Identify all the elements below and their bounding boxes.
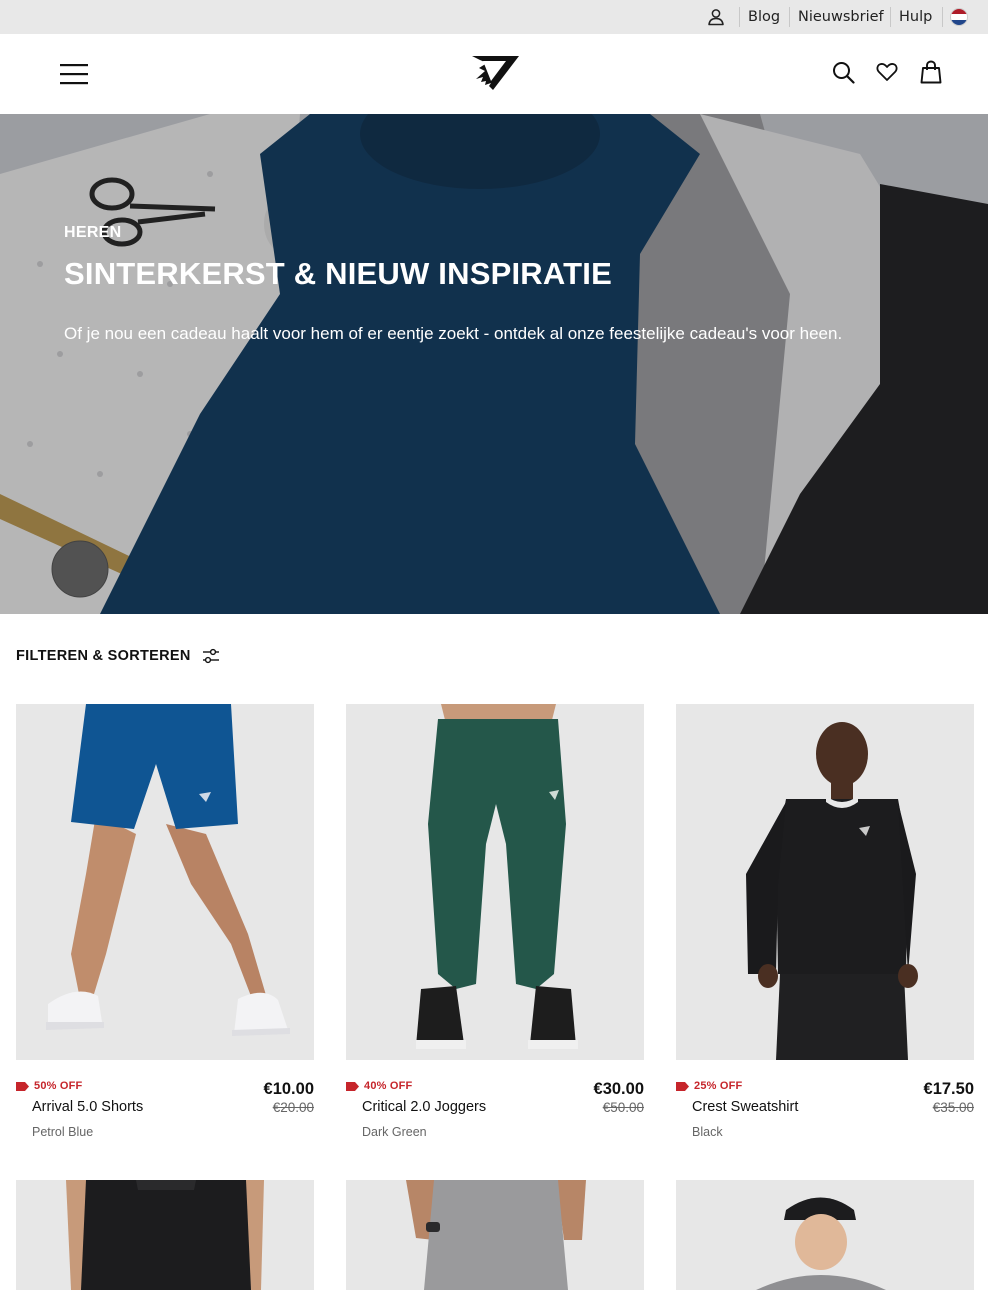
wishlist-heart-icon[interactable]: [876, 61, 898, 83]
discount-text: 50% OFF: [34, 1080, 83, 1092]
gymshark-logo-icon[interactable]: [470, 53, 520, 93]
separator: [739, 7, 740, 27]
discount-text: 40% OFF: [364, 1080, 413, 1092]
shopping-bag-icon[interactable]: [920, 60, 942, 84]
discount-text: 25% OFF: [694, 1080, 743, 1092]
hamburger-menu-icon[interactable]: [60, 63, 88, 85]
product-price: €30.00: [593, 1080, 644, 1098]
product-image[interactable]: [346, 704, 644, 1060]
product-old-price: €50.00: [602, 1100, 644, 1115]
product-old-price: €35.00: [932, 1100, 974, 1115]
product-card[interactable]: 50% OFF Arrival 5.0 Shorts Petrol Blue €…: [16, 704, 314, 1139]
product-color: Dark Green: [362, 1125, 427, 1139]
filter-sort-label: FILTEREN & SORTEREN: [16, 648, 191, 664]
separator: [942, 7, 943, 27]
price-tag-icon: [676, 1081, 689, 1091]
search-icon[interactable]: [831, 60, 855, 84]
discount-badge: 40% OFF: [346, 1080, 412, 1092]
hero-headline: SINTERKERST & NIEUW INSPIRATIE: [64, 256, 612, 291]
product-color: Black: [692, 1125, 723, 1139]
price-tag-icon: [346, 1081, 359, 1091]
product-image[interactable]: [676, 1180, 974, 1290]
product-color: Petrol Blue: [32, 1125, 94, 1139]
separator: [890, 7, 891, 27]
product-image[interactable]: [16, 704, 314, 1060]
product-old-price: €20.00: [272, 1100, 314, 1115]
account-icon[interactable]: [706, 7, 726, 27]
product-price: €17.50: [923, 1080, 974, 1098]
product-name[interactable]: Arrival 5.0 Shorts: [32, 1099, 143, 1115]
product-image[interactable]: [346, 1180, 644, 1290]
hero-eyebrow: HEREN: [64, 224, 122, 241]
hero-overlay: [0, 114, 988, 614]
product-image[interactable]: [16, 1180, 314, 1290]
hero-banner[interactable]: HEREN SINTERKERST & NIEUW INSPIRATIE Of …: [0, 114, 988, 614]
sliders-icon: [202, 648, 219, 664]
product-image[interactable]: [676, 704, 974, 1060]
product-name[interactable]: Critical 2.0 Joggers: [362, 1099, 486, 1115]
discount-badge: 25% OFF: [676, 1080, 742, 1092]
utility-bar: Blog Nieuwsbrief Hulp: [0, 0, 988, 34]
product-card[interactable]: 40% OFF Critical 2.0 Joggers Dark Green …: [346, 704, 644, 1139]
price-tag-icon: [16, 1081, 29, 1091]
filter-sort-button[interactable]: FILTEREN & SORTEREN: [16, 645, 221, 667]
netherlands-flag-icon[interactable]: [950, 8, 968, 26]
product-card[interactable]: 25% OFF Crest Sweatshirt Black €17.50 €3…: [676, 704, 974, 1139]
product-price: €10.00: [263, 1080, 314, 1098]
help-link[interactable]: Hulp: [899, 8, 932, 26]
blog-link[interactable]: Blog: [748, 8, 780, 26]
newsletter-link[interactable]: Nieuwsbrief: [798, 8, 884, 26]
product-name[interactable]: Crest Sweatshirt: [692, 1099, 798, 1115]
separator: [789, 7, 790, 27]
hero-subline: Of je nou een cadeau haalt voor hem of e…: [64, 324, 843, 343]
discount-badge: 50% OFF: [16, 1080, 82, 1092]
main-header: [0, 34, 988, 114]
